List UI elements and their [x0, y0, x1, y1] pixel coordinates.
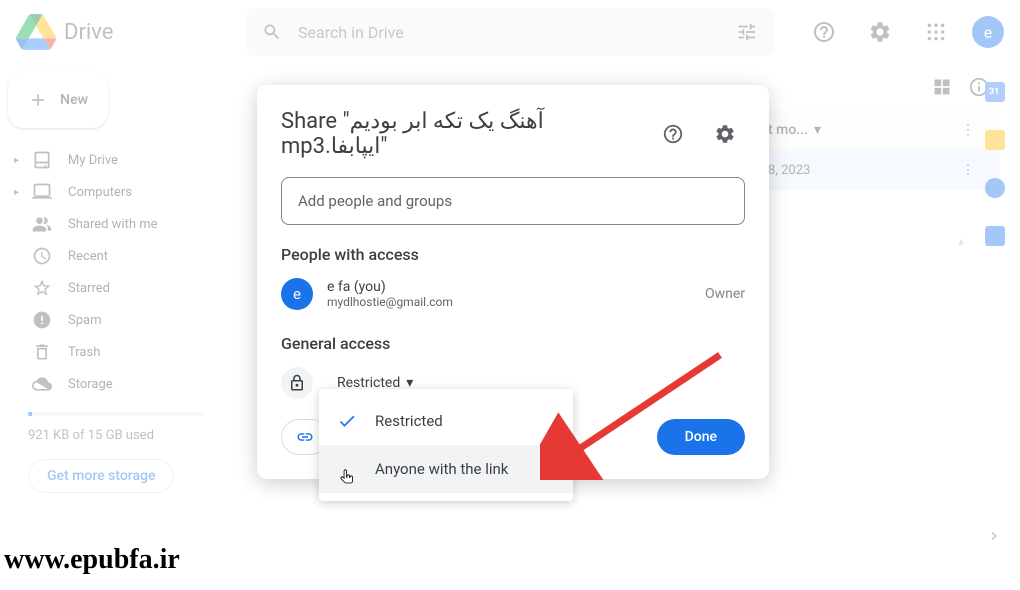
person-email: mydlhostie@gmail.com — [327, 295, 691, 309]
person-row: e e fa (you) mydlhostie@gmail.com Owner — [281, 278, 745, 310]
modal-title: Share "آهنگ یک تکه ابر بودیم ایپابفا.mp3… — [281, 109, 641, 159]
check-icon — [335, 411, 359, 431]
watermark-text: www.epubfa.ir — [4, 544, 180, 576]
dropdown-option-anyone[interactable]: Anyone with the link — [319, 445, 573, 493]
person-role: Owner — [705, 286, 745, 302]
lock-icon — [281, 367, 313, 399]
done-button[interactable]: Done — [657, 419, 745, 455]
modal-settings-button[interactable] — [705, 114, 745, 154]
option-label: Restricted — [375, 412, 443, 430]
link-icon — [296, 428, 314, 446]
dropdown-option-restricted[interactable]: Restricted — [319, 397, 573, 445]
person-name: e fa (you) — [327, 279, 691, 295]
modal-help-button[interactable] — [653, 114, 693, 154]
person-avatar: e — [281, 278, 313, 310]
option-label: Anyone with the link — [375, 460, 508, 478]
add-people-input[interactable]: Add people and groups — [281, 177, 745, 225]
general-access-heading: General access — [281, 334, 745, 353]
people-with-access-heading: People with access — [281, 245, 745, 264]
hand-cursor-icon — [337, 468, 357, 490]
access-dropdown-menu: Restricted Anyone with the link — [319, 389, 573, 501]
